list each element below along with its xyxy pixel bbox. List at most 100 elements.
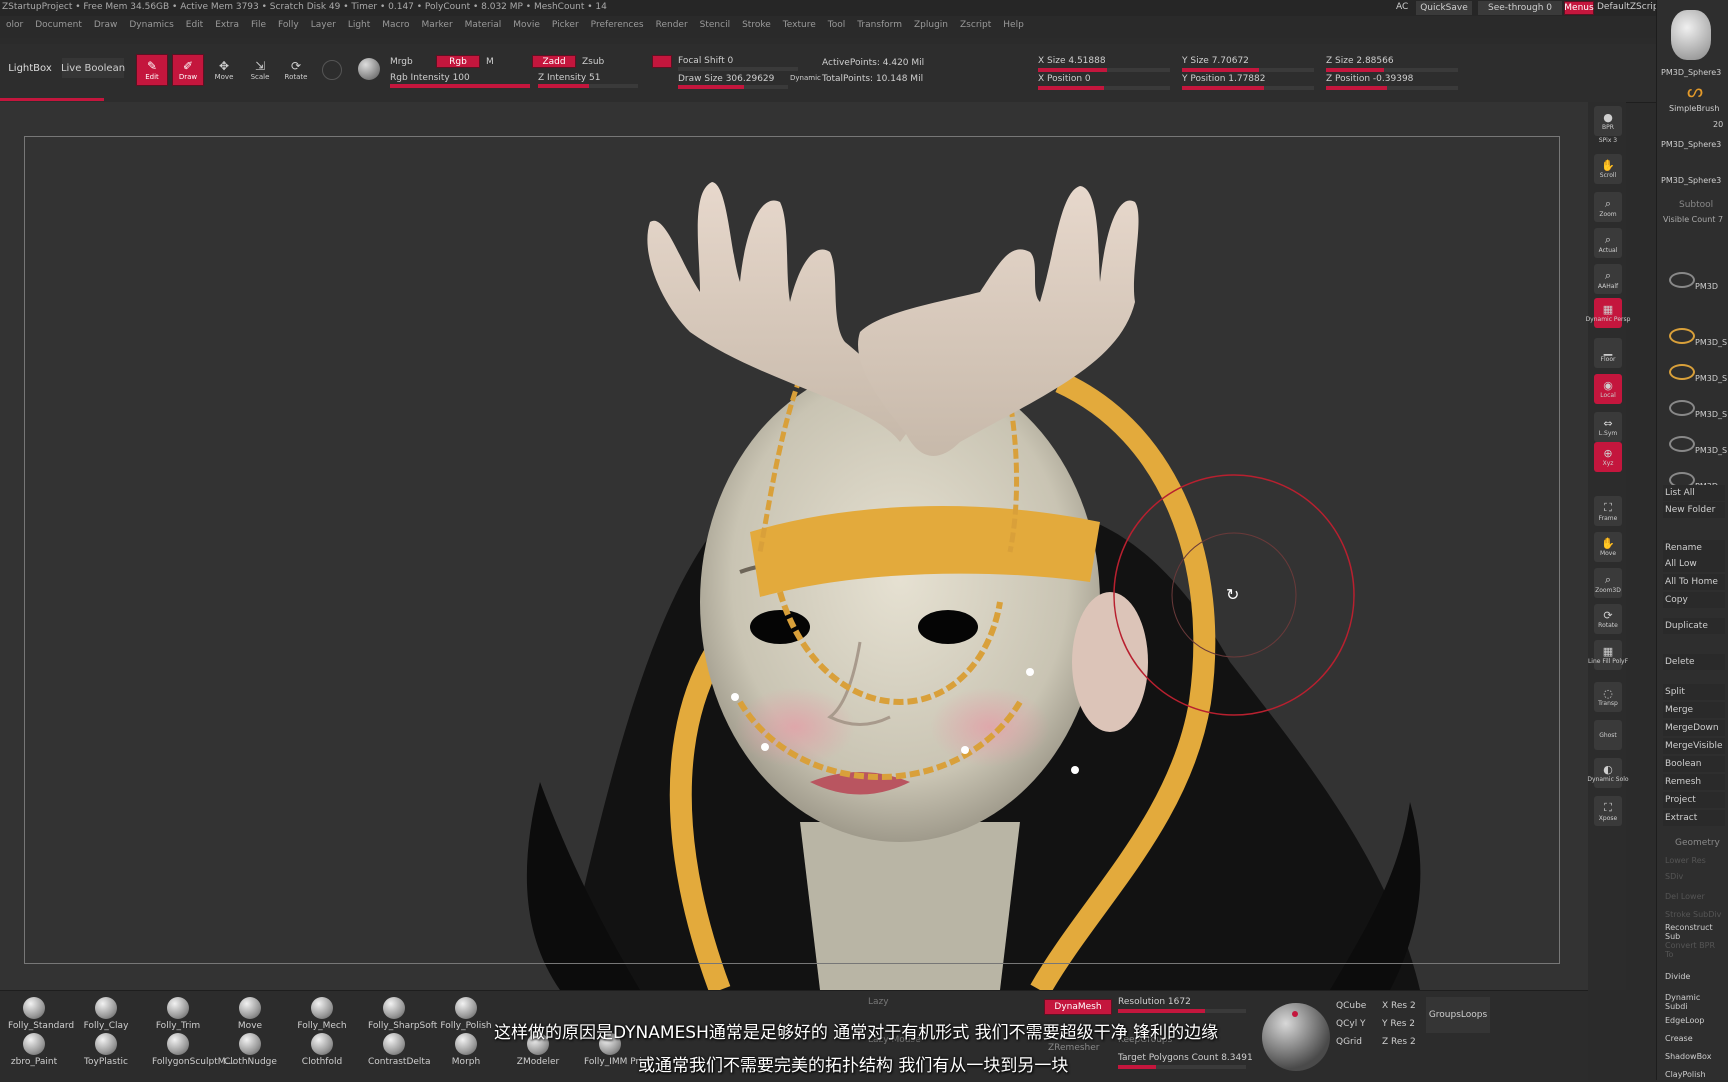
z-position-slider[interactable] xyxy=(1326,86,1458,90)
focal-icon[interactable] xyxy=(652,55,672,68)
dock-actual-button[interactable]: ⌕ Actual xyxy=(1594,228,1622,258)
brush-folly-clay[interactable]: Folly_Clay xyxy=(80,997,132,1035)
subtool-mergevisible-button[interactable]: MergeVisible xyxy=(1663,738,1725,754)
geometry-divide-button[interactable]: Divide xyxy=(1663,968,1725,984)
subtool-row[interactable]: PM3D_S xyxy=(1669,396,1727,426)
brush-clothfold[interactable]: Clothfold xyxy=(296,1033,348,1071)
subtool-extract-button[interactable]: Extract xyxy=(1663,810,1725,826)
focal-shift-slider[interactable] xyxy=(678,67,798,71)
geometry-sdiv-button[interactable]: SDiv xyxy=(1663,868,1725,884)
qcube-button[interactable]: QCube xyxy=(1336,1001,1366,1011)
y-size-slider[interactable] xyxy=(1182,68,1314,72)
subtool-mergedown-button[interactable]: MergeDown xyxy=(1663,720,1725,736)
geometry-shadowbox-button[interactable]: ShadowBox xyxy=(1663,1048,1725,1064)
brush-folly-mech[interactable]: Folly_Mech xyxy=(296,997,348,1035)
brush-folly-standard[interactable]: Folly_Standard xyxy=(8,997,74,1035)
subtool-row[interactable]: PM3D_S xyxy=(1669,432,1727,462)
script-label[interactable]: DefaultZScript xyxy=(1597,2,1662,12)
subtool-merge-button[interactable]: Merge xyxy=(1663,702,1725,718)
dock-zoom-button[interactable]: ⌕ Zoom xyxy=(1594,192,1622,222)
brush-follygonsculptm-[interactable]: FollygonSculptM… xyxy=(152,1033,235,1071)
dock-local-button[interactable]: ◉ Local xyxy=(1594,374,1622,404)
geometry-stroke-subdiv-button[interactable]: Stroke SubDiv xyxy=(1663,906,1725,922)
dock-xyz-button[interactable]: ⊕ Xyz xyxy=(1594,442,1622,472)
y-position-slider[interactable] xyxy=(1182,86,1314,90)
qcyl-button[interactable]: QCyl Y xyxy=(1336,1019,1366,1029)
menu-item[interactable]: Document xyxy=(29,20,88,30)
dock-spix-3-button[interactable]: SPix 3 xyxy=(1594,132,1622,148)
geometry-del-lower-button[interactable]: Del Lower xyxy=(1663,888,1725,904)
menu-item[interactable]: Extra xyxy=(209,20,245,30)
brush-toyplastic[interactable]: ToyPlastic xyxy=(80,1033,132,1071)
resolution-slider[interactable] xyxy=(1118,1009,1246,1013)
menu-item[interactable]: Stroke xyxy=(736,20,777,30)
material-sphere-icon[interactable] xyxy=(322,60,342,80)
subtool-all-to-home-button[interactable]: All To Home xyxy=(1663,574,1725,590)
geometry-crease-button[interactable]: Crease xyxy=(1663,1030,1725,1046)
menu-item[interactable]: Draw xyxy=(88,20,124,30)
brush-contrastdelta[interactable]: ContrastDelta xyxy=(368,1033,430,1071)
tool-thumbnail[interactable] xyxy=(1671,10,1711,60)
menu-item[interactable]: File xyxy=(245,20,272,30)
dynamesh-button[interactable]: DynaMesh xyxy=(1044,999,1112,1015)
move-button[interactable]: ✥ Move xyxy=(208,54,240,86)
menu-item[interactable]: Preferences xyxy=(585,20,650,30)
brush-zbro-paint[interactable]: zbro_Paint xyxy=(8,1033,60,1071)
document-canvas[interactable]: ↻ xyxy=(0,102,1588,990)
dock-xpose-button[interactable]: ⛶ Xpose xyxy=(1594,796,1622,826)
brush-morph[interactable]: Morph xyxy=(440,1033,492,1071)
menu-item[interactable]: Folly xyxy=(272,20,305,30)
subtool-row[interactable]: PM3D_S xyxy=(1669,360,1727,390)
menu-item[interactable]: Tool xyxy=(822,20,851,30)
x-position-slider[interactable] xyxy=(1038,86,1170,90)
menu-item[interactable]: Zscript xyxy=(954,20,997,30)
dock-transp-button[interactable]: ◌ Transp xyxy=(1594,682,1622,712)
menu-item[interactable]: Material xyxy=(459,20,508,30)
subtool-header[interactable]: Subtool xyxy=(1679,200,1713,210)
see-through-slider[interactable]: See-through 0 xyxy=(1478,1,1562,15)
z-intensity-slider[interactable] xyxy=(538,84,638,88)
dock-dynamic-solo-button[interactable]: ◐ Dynamic Solo xyxy=(1587,758,1629,788)
scale-button[interactable]: ⇲ Scale xyxy=(244,54,276,86)
y-res-slider[interactable]: Y Res 2 xyxy=(1382,1019,1415,1029)
zadd-button[interactable]: Zadd xyxy=(532,55,576,68)
target-polygons-slider[interactable] xyxy=(1118,1065,1246,1069)
texture-sphere-icon[interactable] xyxy=(358,58,380,80)
menu-item[interactable]: Help xyxy=(997,20,1030,30)
subtool-duplicate-button[interactable]: Duplicate xyxy=(1663,618,1725,634)
zsub-button[interactable]: Zsub xyxy=(582,57,604,67)
menu-item[interactable]: Edit xyxy=(180,20,209,30)
dock-dynamic-persp-button[interactable]: ▦ Dynamic Persp xyxy=(1586,298,1630,328)
menu-item[interactable]: Light xyxy=(342,20,376,30)
lazy-label[interactable]: Lazy xyxy=(868,997,889,1007)
menu-item[interactable]: Picker xyxy=(546,20,585,30)
edit-button[interactable]: ✎ Edit xyxy=(136,54,168,86)
m-button[interactable]: M xyxy=(486,57,494,67)
x-res-slider[interactable]: X Res 2 xyxy=(1382,1001,1416,1011)
menu-item[interactable]: Marker xyxy=(416,20,459,30)
geometry-reconstruct-sub-button[interactable]: Reconstruct Sub xyxy=(1663,923,1725,941)
visible-count[interactable]: Visible Count 7 xyxy=(1663,215,1723,224)
z-size-slider[interactable] xyxy=(1326,68,1458,72)
dock-ghost-button[interactable]: Ghost xyxy=(1594,720,1622,750)
menus-button[interactable]: Menus xyxy=(1564,1,1594,15)
menu-item[interactable]: Movie xyxy=(507,20,546,30)
dock-move-button[interactable]: ✋ Move xyxy=(1594,532,1622,562)
rgb-intensity-slider[interactable] xyxy=(390,84,530,88)
dock-floor-button[interactable]: ▁ Floor xyxy=(1594,338,1622,368)
groups-loops-button[interactable]: GroupsLoops xyxy=(1426,997,1490,1033)
z-res-slider[interactable]: Z Res 2 xyxy=(1382,1037,1416,1047)
subtool-all-low-button[interactable]: All Low xyxy=(1663,556,1725,572)
subtool-delete-button[interactable]: Delete xyxy=(1663,654,1725,670)
dynamic-button[interactable]: Dynamic xyxy=(790,74,821,82)
subtool-row[interactable]: PM3D xyxy=(1669,268,1727,298)
subtool-remesh-button[interactable]: Remesh xyxy=(1663,774,1725,790)
dock-rotate-button[interactable]: ⟳ Rotate xyxy=(1594,604,1622,634)
menu-item[interactable]: Stencil xyxy=(694,20,736,30)
brush-clothnudge[interactable]: ClothNudge xyxy=(224,1033,277,1071)
menu-item[interactable]: Transform xyxy=(851,20,908,30)
ac-label[interactable]: AC xyxy=(1396,2,1408,12)
x-size-slider[interactable] xyxy=(1038,68,1170,72)
brush-folly-sharpsoft[interactable]: Folly_SharpSoft xyxy=(368,997,437,1035)
light-dot-icon[interactable] xyxy=(1292,1011,1298,1017)
